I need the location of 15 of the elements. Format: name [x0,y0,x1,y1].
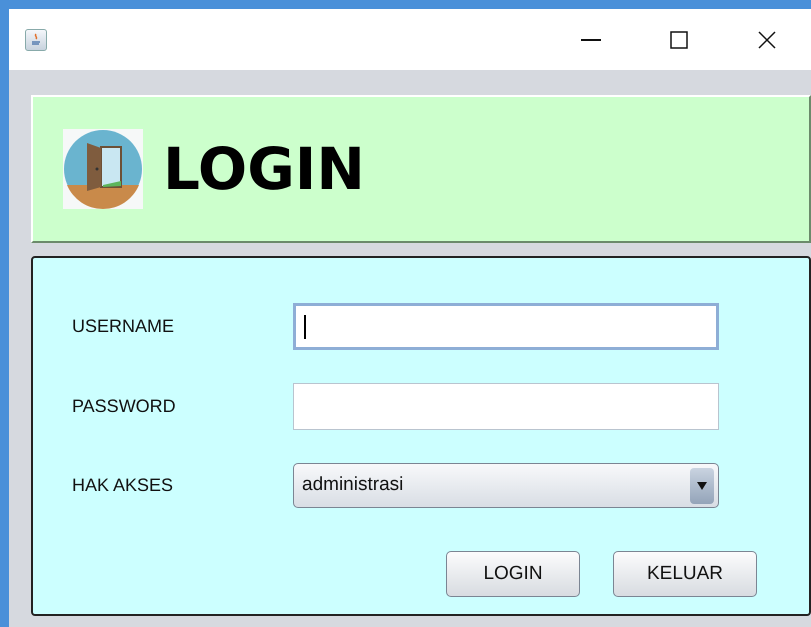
login-button[interactable]: LOGIN [446,551,580,597]
dropdown-value: administrasi [302,473,404,498]
maximize-icon [670,30,688,48]
access-dropdown[interactable]: administrasi [293,463,719,508]
door-icon [63,129,143,209]
field-label: PASSWORD [72,395,177,418]
java-app-icon [25,28,47,50]
text-field[interactable] [293,383,719,430]
exit-button[interactable]: KELUAR [613,551,757,597]
login-title: LOGIN [163,140,365,198]
text-field[interactable] [293,303,719,350]
minimize-icon [581,38,601,40]
field-label: USERNAME [72,315,176,338]
field-label: HAK AKSES [72,474,174,497]
close-icon [758,30,776,48]
